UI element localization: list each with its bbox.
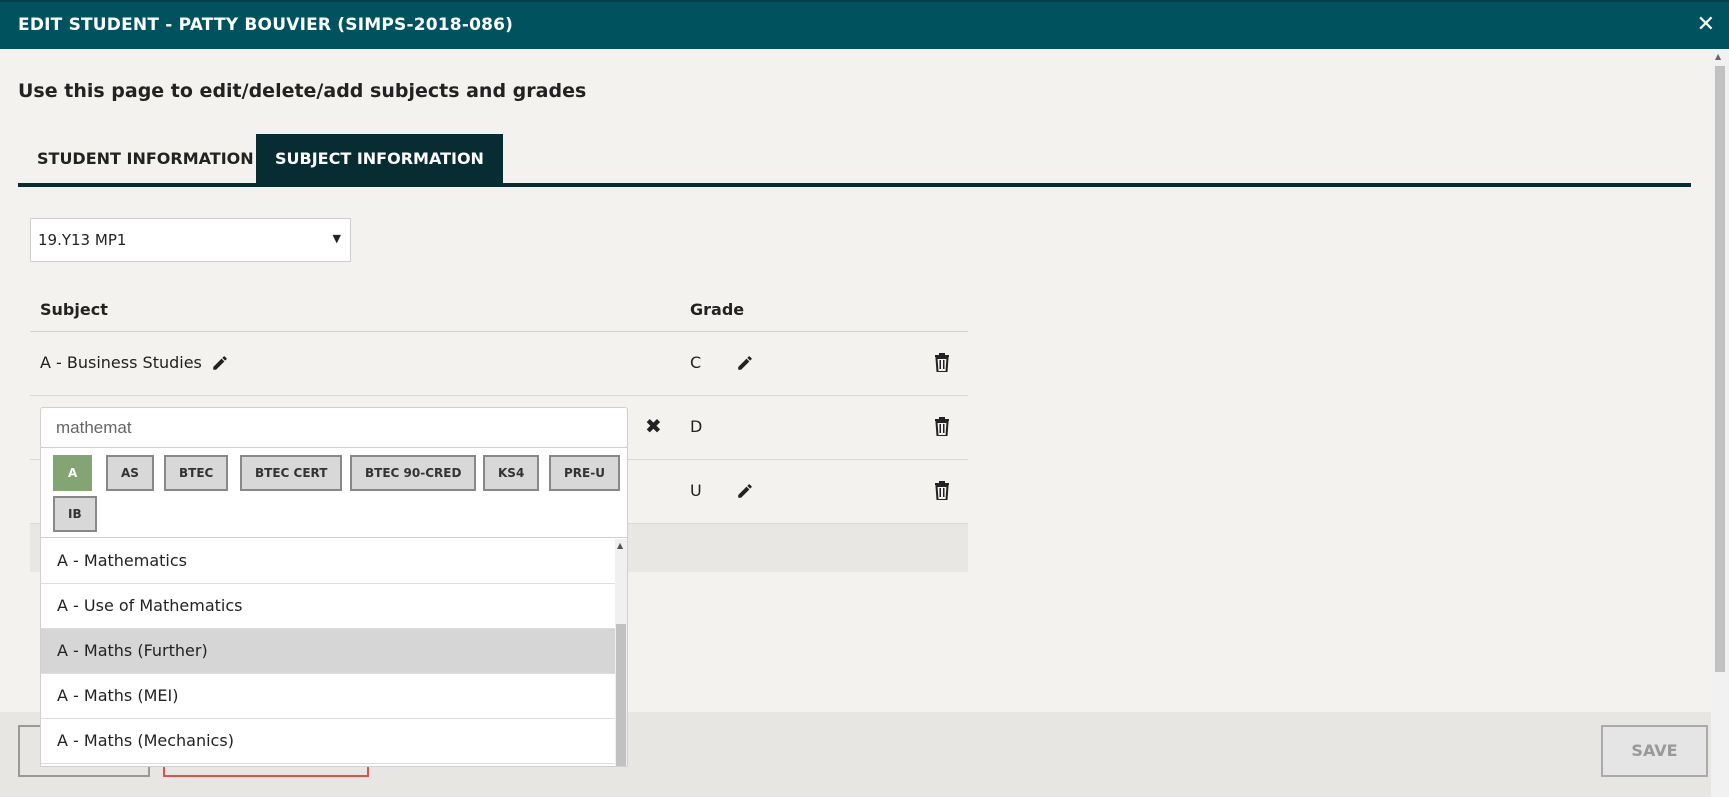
result-option[interactable]: A - Mathematics	[41, 539, 615, 584]
trash-icon[interactable]	[934, 417, 950, 436]
results-list: A - Mathematics A - Use of Mathematics A…	[41, 539, 615, 766]
cohort-select[interactable]: 19.Y13 MP1 ▼	[30, 218, 351, 262]
close-icon[interactable]: ✕	[1697, 12, 1715, 37]
table-row: A - Business Studies C	[30, 332, 968, 396]
tab-bar: STUDENT INFORMATION SUBJECT INFORMATION	[18, 134, 1691, 187]
scrollbar-thumb[interactable]	[616, 624, 626, 766]
grade-column-header: Grade	[690, 300, 745, 319]
subject-autocomplete-dropdown: A AS BTEC BTEC CERT BTEC 90-CRED KS4 PRE…	[40, 447, 628, 767]
filter-chip-btec-cert[interactable]: BTEC CERT	[240, 455, 343, 491]
filter-chip-btec[interactable]: BTEC	[164, 455, 229, 491]
scroll-up-arrow-icon[interactable]: ▲	[617, 541, 623, 550]
clear-search-icon[interactable]: ✖	[645, 414, 662, 438]
result-option[interactable]: A - Maths (MEI)	[41, 674, 615, 719]
results-scrollbar[interactable]: ▲	[615, 539, 627, 766]
tab-student-information[interactable]: STUDENT INFORMATION	[18, 134, 273, 183]
result-option[interactable]: A - Use of Mathematics	[41, 584, 615, 629]
grade-cell: C	[690, 353, 702, 372]
dialog-header: EDIT STUDENT - PATTY BOUVIER (SIMPS-2018…	[0, 0, 1729, 49]
dropdown-arrow-icon: ▼	[332, 232, 341, 245]
filter-chip-ib[interactable]: IB	[53, 496, 97, 532]
filter-chip-btec-90-cred[interactable]: BTEC 90-CRED	[350, 455, 477, 491]
cohort-select-value: 19.Y13 MP1	[38, 231, 127, 249]
filter-chip-a[interactable]: A	[53, 455, 93, 491]
scroll-up-arrow-icon[interactable]: ▲	[1715, 52, 1721, 61]
result-option-highlighted[interactable]: A - Maths (Further)	[41, 629, 615, 674]
grade-cell: D	[690, 417, 703, 436]
result-option[interactable]: A - Maths (Mechanics)	[41, 719, 615, 764]
dialog-title: EDIT STUDENT - PATTY BOUVIER (SIMPS-2018…	[18, 15, 514, 35]
page-subtitle: Use this page to edit/delete/add subject…	[18, 80, 587, 102]
subject-cell: A - Business Studies	[40, 353, 202, 372]
page-scrollbar[interactable]: ▲	[1711, 49, 1729, 797]
filter-chip-as[interactable]: AS	[106, 455, 154, 491]
page-scrollbar-thumb[interactable]	[1715, 66, 1725, 672]
edit-grade-pencil-icon[interactable]	[736, 482, 754, 500]
filter-chip-pre-u[interactable]: PRE-U	[549, 455, 620, 491]
edit-grade-pencil-icon[interactable]	[736, 354, 754, 372]
subject-search-input[interactable]	[40, 407, 628, 448]
filter-chip-ks4[interactable]: KS4	[483, 455, 540, 491]
grade-cell: U	[690, 481, 702, 500]
qualification-filters: A AS BTEC BTEC CERT BTEC 90-CRED KS4 PRE…	[41, 448, 627, 538]
edit-subject-pencil-icon[interactable]	[211, 354, 229, 372]
save-button[interactable]: SAVE	[1601, 725, 1708, 777]
trash-icon[interactable]	[934, 353, 950, 372]
subject-column-header: Subject	[40, 300, 108, 319]
tab-subject-information[interactable]: SUBJECT INFORMATION	[256, 134, 503, 183]
trash-icon[interactable]	[934, 481, 950, 500]
